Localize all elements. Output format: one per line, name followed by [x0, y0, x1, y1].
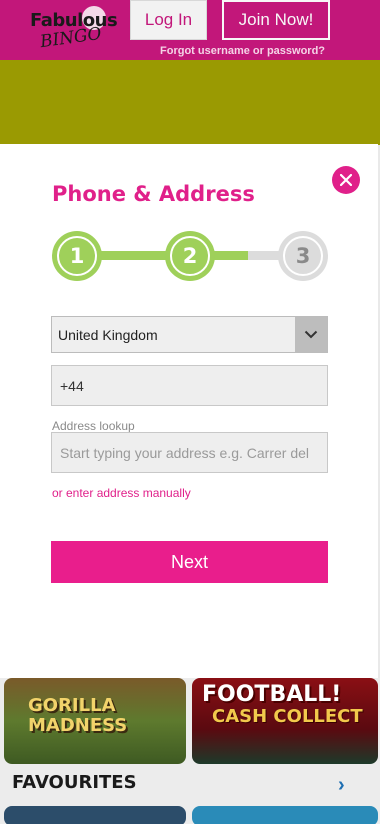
site-logo[interactable]: Fabulous BINGO — [30, 6, 120, 54]
address-lookup-label: Address lookup — [52, 419, 135, 433]
chevron-right-icon[interactable]: › — [338, 774, 345, 797]
promo-banner — [0, 60, 380, 145]
step-number: 1 — [57, 236, 97, 276]
game-lobby-background: GORILLA MADNESS FOOTBALL! CASH COLLECT F… — [0, 678, 380, 824]
game-tile[interactable] — [4, 806, 186, 824]
forgot-credentials-link[interactable]: Forgot username or password? — [160, 45, 325, 57]
favourites-heading: FAVOURITES — [12, 772, 137, 793]
game-tile-subtitle: CASH COLLECT — [212, 706, 363, 727]
game-tile-title: GORILLA MADNESS — [28, 695, 128, 736]
login-button[interactable]: Log In — [130, 0, 207, 40]
modal-title: Phone & Address — [52, 182, 255, 206]
chevron-down-icon — [304, 330, 318, 339]
country-selected-value: United Kingdom — [58, 326, 158, 343]
registration-modal: Phone & Address 1 2 3 United Kingdom +44… — [0, 144, 378, 678]
game-tile-football-cash-collect[interactable]: FOOTBALL! CASH COLLECT — [192, 678, 378, 764]
join-now-button[interactable]: Join Now! — [222, 0, 330, 40]
next-button[interactable]: Next — [51, 541, 328, 583]
address-lookup-input[interactable]: Start typing your address e.g. Carrer de… — [51, 432, 328, 473]
step-2-indicator: 2 — [165, 231, 215, 281]
country-select[interactable]: United Kingdom — [51, 316, 328, 353]
enter-address-manually-link[interactable]: or enter address manually — [52, 486, 191, 500]
step-number: 3 — [283, 236, 323, 276]
game-tile[interactable] — [192, 806, 378, 824]
site-header: Fabulous BINGO Log In Join Now! Forgot u… — [0, 0, 380, 60]
step-3-indicator: 3 — [278, 231, 328, 281]
game-tile-gorilla-madness[interactable]: GORILLA MADNESS — [4, 678, 186, 764]
progress-bar-segment — [98, 251, 170, 260]
progress-stepper: 1 2 3 — [52, 231, 328, 281]
close-button[interactable] — [332, 166, 360, 194]
close-icon — [340, 174, 352, 186]
game-tile-title: FOOTBALL! — [202, 682, 342, 707]
step-1-indicator: 1 — [52, 231, 102, 281]
select-toggle[interactable] — [295, 317, 327, 352]
phone-input[interactable]: +44 — [51, 365, 328, 406]
progress-bar-segment — [212, 251, 248, 260]
step-number: 2 — [170, 236, 210, 276]
